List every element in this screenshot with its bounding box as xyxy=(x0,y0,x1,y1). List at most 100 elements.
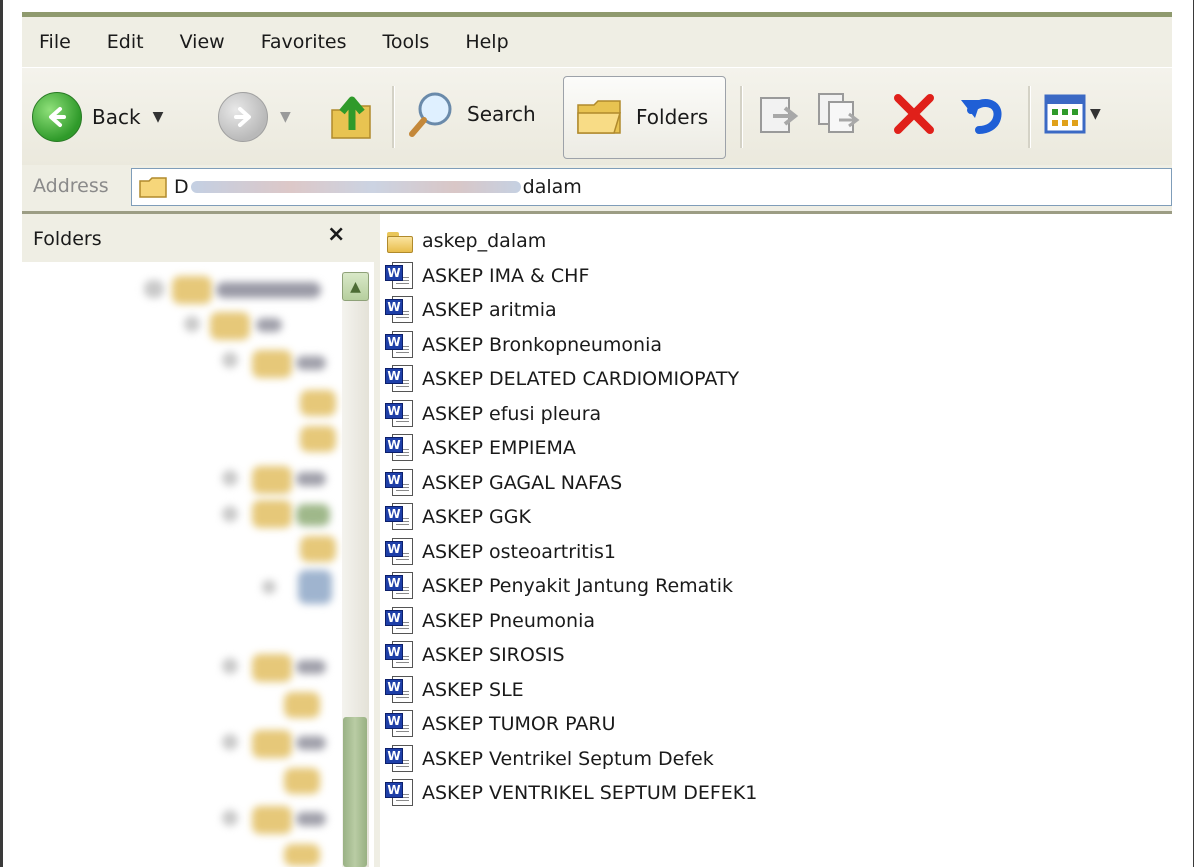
menu-file[interactable]: File xyxy=(22,31,89,53)
tree-expander[interactable] xyxy=(222,470,238,486)
views-dropdown-icon[interactable]: ▼ xyxy=(1090,106,1101,122)
address-input[interactable]: D dalam xyxy=(131,168,1172,206)
forward-button[interactable]: ▼ xyxy=(218,92,291,142)
tree-folder-icon xyxy=(210,312,250,340)
views-grid-icon xyxy=(1044,94,1086,134)
tree-expander[interactable] xyxy=(222,506,238,522)
file-name: ASKEP Ventrikel Septum Defek xyxy=(422,747,714,770)
address-path-start: D xyxy=(174,176,189,198)
tree-folder-icon xyxy=(284,844,320,866)
folders-pane-title: Folders xyxy=(33,228,102,250)
up-folder-button[interactable] xyxy=(328,88,376,144)
back-button[interactable]: Back ▼ xyxy=(32,92,163,142)
file-list-item[interactable]: W ASKEP SLE xyxy=(384,675,524,705)
menu-edit[interactable]: Edit xyxy=(89,31,162,53)
folder-icon xyxy=(384,226,415,256)
search-magnifier-icon xyxy=(409,92,452,137)
address-label: Address xyxy=(33,175,109,197)
tree-expander[interactable] xyxy=(184,316,200,332)
file-list-item[interactable]: W ASKEP GAGAL NAFAS xyxy=(384,468,622,498)
tree-expander[interactable] xyxy=(222,352,238,368)
forward-arrow-icon xyxy=(218,92,268,142)
file-list-item[interactable]: W ASKEP GGK xyxy=(384,502,531,532)
file-name: ASKEP VENTRIKEL SEPTUM DEFEK1 xyxy=(422,782,758,804)
delete-x-icon xyxy=(894,94,934,134)
tree-item[interactable] xyxy=(296,812,326,826)
scroll-thumb[interactable] xyxy=(343,717,367,867)
file-list-item[interactable]: W ASKEP Penyakit Jantung Rematik xyxy=(384,571,733,601)
tree-item[interactable] xyxy=(256,318,282,332)
file-list-item[interactable]: W ASKEP aritmia xyxy=(384,295,557,325)
menu-view[interactable]: View xyxy=(162,31,243,53)
file-list-item[interactable]: W ASKEP VENTRIKEL SEPTUM DEFEK1 xyxy=(384,778,757,808)
word-doc-icon: W xyxy=(384,502,415,532)
file-name: askep_dalam xyxy=(422,230,547,252)
tree-expander[interactable] xyxy=(222,658,238,674)
menu-tools[interactable]: Tools xyxy=(365,31,448,53)
tree-item[interactable] xyxy=(296,736,326,750)
toolbar-separator xyxy=(392,86,395,148)
file-name: ASKEP aritmia xyxy=(422,299,557,321)
file-name: ASKEP Bronkopneumonia xyxy=(422,333,662,356)
file-list-item[interactable]: W ASKEP TUMOR PARU xyxy=(384,709,615,739)
file-list-item[interactable]: askep_dalam xyxy=(384,226,546,256)
word-doc-icon: W xyxy=(384,778,415,808)
undo-button[interactable] xyxy=(957,90,1007,138)
close-icon[interactable]: × xyxy=(327,222,345,247)
pane-splitter[interactable] xyxy=(374,214,380,867)
scroll-up-arrow-icon[interactable]: ▲ xyxy=(342,272,369,301)
tree-item[interactable] xyxy=(296,472,326,486)
file-name: ASKEP GGK xyxy=(422,506,531,528)
folder-icon xyxy=(139,177,167,198)
folders-pane: Folders × ▲ xyxy=(22,214,374,867)
toolbar-separator xyxy=(740,86,743,148)
views-button[interactable]: ▼ xyxy=(1044,94,1101,134)
tree-item[interactable] xyxy=(296,660,326,674)
file-name: ASKEP GAGAL NAFAS xyxy=(422,471,623,494)
toolbar-separator xyxy=(1028,86,1031,148)
file-list-item[interactable]: W ASKEP Pneumonia xyxy=(384,606,595,636)
folders-label: Folders xyxy=(636,105,709,129)
word-doc-icon: W xyxy=(384,399,415,429)
tree-folder-icon xyxy=(284,692,320,718)
blurred-path-segment xyxy=(190,181,521,193)
tree-item[interactable] xyxy=(296,356,326,370)
tree-scrollbar[interactable]: ▲ xyxy=(342,272,369,867)
folders-button[interactable]: Folders xyxy=(563,76,726,159)
tree-item[interactable] xyxy=(296,504,330,526)
file-list-item[interactable]: W ASKEP efusi pleura xyxy=(384,399,601,429)
back-dropdown-icon[interactable]: ▼ xyxy=(153,109,164,125)
file-name: ASKEP SIROSIS xyxy=(422,644,565,666)
word-doc-icon: W xyxy=(384,295,415,325)
file-list-item[interactable]: W ASKEP Bronkopneumonia xyxy=(384,330,662,360)
file-list-item[interactable]: W ASKEP IMA & CHF xyxy=(384,261,589,291)
up-folder-icon xyxy=(331,96,371,139)
file-list-item[interactable]: W ASKEP SIROSIS xyxy=(384,640,565,670)
tree-folder-icon xyxy=(300,390,336,416)
tree-expander[interactable] xyxy=(222,810,238,826)
menu-favorites[interactable]: Favorites xyxy=(243,31,365,53)
word-doc-icon: W xyxy=(384,468,415,498)
word-doc-icon: W xyxy=(384,364,415,394)
tree-folder-icon xyxy=(252,806,292,834)
tree-expander[interactable] xyxy=(222,734,238,750)
tree-item[interactable] xyxy=(216,282,321,298)
move-to-button[interactable] xyxy=(755,90,803,140)
file-name: ASKEP DELATED CARDIOMIOPATY xyxy=(422,368,740,390)
forward-dropdown-icon[interactable]: ▼ xyxy=(280,109,291,125)
file-list-item[interactable]: W ASKEP EMPIEMA xyxy=(384,433,576,463)
tree-folder-icon xyxy=(252,730,292,758)
copy-to-button[interactable] xyxy=(815,90,863,140)
menu-help[interactable]: Help xyxy=(447,31,526,53)
file-list-item[interactable]: W ASKEP osteoartritis1 xyxy=(384,537,616,567)
word-doc-icon: W xyxy=(384,433,415,463)
tree-folder-icon xyxy=(252,654,292,682)
file-name: ASKEP SLE xyxy=(422,678,524,701)
word-doc-icon: W xyxy=(384,675,415,705)
search-button[interactable]: Search xyxy=(407,89,536,139)
delete-button[interactable] xyxy=(890,90,938,138)
tree-expander[interactable] xyxy=(144,280,164,298)
file-list-item[interactable]: W ASKEP DELATED CARDIOMIOPATY xyxy=(384,364,739,394)
tree-expander[interactable] xyxy=(262,580,276,594)
file-list-item[interactable]: W ASKEP Ventrikel Septum Defek xyxy=(384,744,714,774)
